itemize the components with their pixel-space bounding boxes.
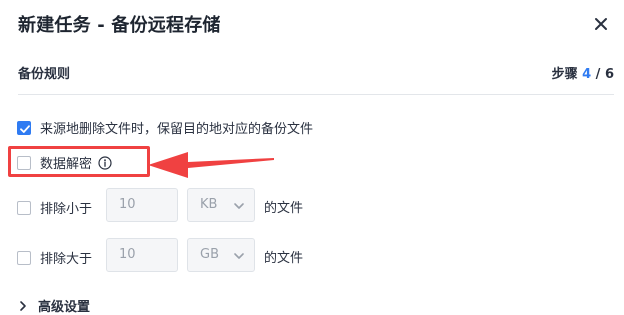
chevron-down-icon xyxy=(234,203,244,209)
section-label: 备份规则 xyxy=(18,67,71,82)
decrypt-checkbox[interactable] xyxy=(17,155,31,170)
exclude-larger-unit-select[interactable]: GB xyxy=(187,238,255,272)
step-current: 4 xyxy=(582,67,592,82)
exclude-larger-unit: GB xyxy=(200,247,219,262)
exclude-larger-size-input[interactable]: 10 xyxy=(106,238,178,272)
exclude-smaller-suffix: 的文件 xyxy=(264,201,304,216)
advanced-settings-toggle[interactable]: 高级设置 xyxy=(18,296,90,315)
close-button[interactable] xyxy=(590,13,612,35)
dialog-title: 新建任务 - 备份远程存储 xyxy=(18,15,221,36)
exclude-smaller-checkbox[interactable] xyxy=(17,200,31,215)
exclude-smaller-unit: KB xyxy=(200,197,218,212)
steps-prefix: 步骤 xyxy=(551,67,583,82)
exclude-smaller-label: 排除小于 xyxy=(40,202,93,217)
chevron-down-icon xyxy=(234,253,244,259)
exclude-smaller-unit-select[interactable]: KB xyxy=(187,188,255,222)
close-icon xyxy=(595,18,607,30)
arrow-icon xyxy=(148,152,274,178)
keep-backup-label: 来源地删除文件时，保留目的地对应的备份文件 xyxy=(40,122,314,137)
exclude-larger-checkbox[interactable] xyxy=(17,250,31,265)
decrypt-option[interactable]: 数据解密 xyxy=(17,153,112,172)
check-icon xyxy=(20,124,30,133)
info-icon[interactable] xyxy=(98,155,112,170)
exclude-smaller-size-input[interactable]: 10 xyxy=(106,188,178,222)
divider xyxy=(18,94,614,95)
decrypt-label: 数据解密 xyxy=(40,157,93,172)
exclude-larger-suffix: 的文件 xyxy=(264,251,304,266)
exclude-larger-label: 排除大于 xyxy=(40,252,93,267)
step-indicator: 步骤 4 / 6 xyxy=(552,63,614,82)
exclude-larger-option[interactable]: 排除大于 xyxy=(17,248,92,267)
keep-backup-option[interactable]: 来源地删除文件时，保留目的地对应的备份文件 xyxy=(17,118,313,137)
keep-backup-checkbox[interactable] xyxy=(17,120,31,135)
advanced-settings-label: 高级设置 xyxy=(38,300,91,315)
chevron-right-icon xyxy=(20,300,26,311)
steps-suffix: / 6 xyxy=(591,67,614,82)
exclude-smaller-option[interactable]: 排除小于 xyxy=(17,198,92,217)
